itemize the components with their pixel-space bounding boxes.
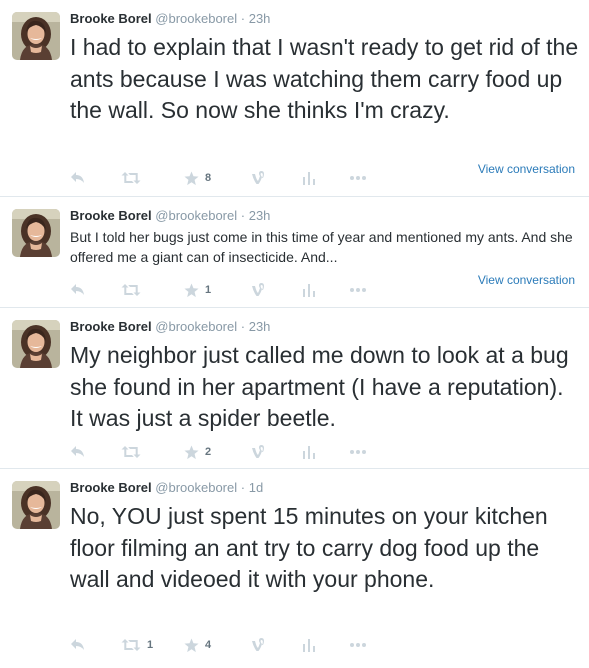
view-conversation-link[interactable]: View conversation xyxy=(478,273,575,287)
reply-icon xyxy=(71,639,84,650)
analytics-button[interactable] xyxy=(302,281,316,299)
analytics-button[interactable] xyxy=(302,636,316,654)
star-icon xyxy=(184,637,199,652)
author-name[interactable]: Brooke Borel xyxy=(70,208,152,223)
vine-button[interactable] xyxy=(250,443,266,461)
retweet-button[interactable] xyxy=(121,443,147,461)
retweet-icon xyxy=(121,446,141,458)
author-handle[interactable]: @brookeborel xyxy=(155,319,237,334)
separator: · xyxy=(240,480,246,495)
favorite-count: 4 xyxy=(205,639,212,651)
more-icon xyxy=(350,176,366,180)
reply-button[interactable] xyxy=(70,443,86,461)
tweet-header: Brooke Borel @brookeborel · 23h xyxy=(70,11,270,26)
tweet-header: Brooke Borel @brookeborel · 23h xyxy=(70,319,270,334)
tweet-text: No, YOU just spent 15 minutes on your ki… xyxy=(70,503,555,592)
tweet[interactable]: Brooke Borel @brookeborel · 23h But I to… xyxy=(0,197,589,308)
more-button[interactable] xyxy=(349,443,367,461)
timestamp[interactable]: 23h xyxy=(249,11,271,26)
tweet-text: My neighbor just called me down to look … xyxy=(70,342,576,431)
more-icon xyxy=(350,288,366,292)
bar-chart-icon xyxy=(303,446,315,459)
more-button[interactable] xyxy=(349,281,367,299)
separator: · xyxy=(240,208,246,223)
retweet-button[interactable]: 1 xyxy=(121,636,153,654)
tweet-feed: Brooke Borel @brookeborel · 23h I had to… xyxy=(0,0,589,668)
retweet-icon xyxy=(121,284,141,296)
avatar[interactable] xyxy=(12,12,60,60)
avatar[interactable] xyxy=(12,320,60,368)
star-icon xyxy=(184,282,199,297)
tweet-header: Brooke Borel @brookeborel · 1d xyxy=(70,480,263,495)
author-handle[interactable]: @brookeborel xyxy=(155,208,237,223)
author-handle[interactable]: @brookeborel xyxy=(155,480,237,495)
more-icon xyxy=(350,643,366,647)
tweet-text: But I told her bugs just come in this ti… xyxy=(70,229,577,265)
vine-icon xyxy=(252,171,264,184)
retweet-button[interactable] xyxy=(121,169,147,187)
author-name[interactable]: Brooke Borel xyxy=(70,11,152,26)
favorite-count: 1 xyxy=(205,284,212,296)
favorite-count: 2 xyxy=(205,446,212,458)
avatar[interactable] xyxy=(12,481,60,529)
author-name[interactable]: Brooke Borel xyxy=(70,480,152,495)
tweet-header: Brooke Borel @brookeborel · 23h xyxy=(70,208,270,223)
more-icon xyxy=(350,450,366,454)
vine-icon xyxy=(252,638,264,651)
retweet-button[interactable] xyxy=(121,281,147,299)
analytics-button[interactable] xyxy=(302,443,316,461)
star-icon xyxy=(184,444,199,459)
bar-chart-icon xyxy=(303,284,315,297)
retweet-count: 1 xyxy=(147,639,154,651)
vine-button[interactable] xyxy=(250,281,266,299)
reply-button[interactable] xyxy=(70,636,86,654)
timestamp[interactable]: 1d xyxy=(249,480,263,495)
timestamp[interactable]: 23h xyxy=(249,319,271,334)
separator: · xyxy=(240,319,246,334)
reply-button[interactable] xyxy=(70,169,86,187)
analytics-button[interactable] xyxy=(302,169,316,187)
bar-chart-icon xyxy=(303,639,315,652)
reply-icon xyxy=(71,284,84,295)
vine-icon xyxy=(252,445,264,458)
vine-button[interactable] xyxy=(250,169,266,187)
tweet[interactable]: Brooke Borel @brookeborel · 23h I had to… xyxy=(0,0,589,197)
bar-chart-icon xyxy=(303,172,315,185)
star-icon xyxy=(184,170,199,185)
timestamp[interactable]: 23h xyxy=(249,208,271,223)
more-button[interactable] xyxy=(349,169,367,187)
reply-icon xyxy=(71,172,84,183)
view-conversation-link[interactable]: View conversation xyxy=(478,162,575,176)
favorite-button[interactable]: 2 xyxy=(184,443,211,461)
more-button[interactable] xyxy=(349,636,367,654)
tweet[interactable]: Brooke Borel @brookeborel · 23h My neigh… xyxy=(0,308,589,469)
vine-icon xyxy=(252,283,264,296)
retweet-icon xyxy=(121,172,141,184)
favorite-button[interactable]: 1 xyxy=(184,281,211,299)
separator: · xyxy=(240,11,246,26)
reply-button[interactable] xyxy=(70,281,86,299)
retweet-icon xyxy=(121,639,141,651)
favorite-button[interactable]: 4 xyxy=(184,636,211,654)
favorite-button[interactable]: 8 xyxy=(184,169,211,187)
author-handle[interactable]: @brookeborel xyxy=(155,11,237,26)
tweet-text: I had to explain that I wasn't ready to … xyxy=(70,34,585,123)
favorite-count: 8 xyxy=(205,172,212,184)
reply-icon xyxy=(71,446,84,457)
avatar[interactable] xyxy=(12,209,60,257)
vine-button[interactable] xyxy=(250,636,266,654)
author-name[interactable]: Brooke Borel xyxy=(70,319,152,334)
tweet[interactable]: Brooke Borel @brookeborel · 1d No, YOU j… xyxy=(0,469,589,668)
